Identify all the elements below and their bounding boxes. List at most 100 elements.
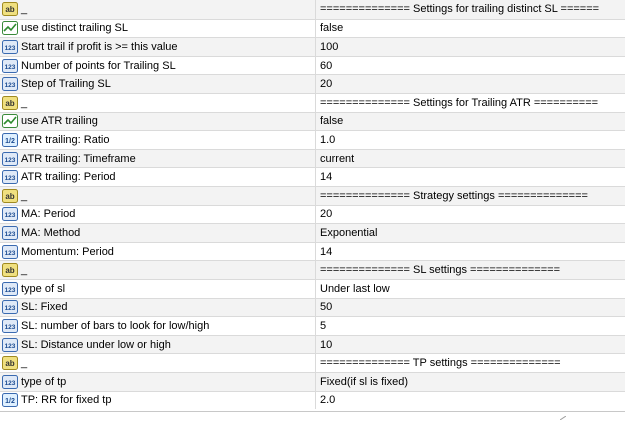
- parameter-value-cell[interactable]: ============== Settings for trailing dis…: [316, 0, 625, 19]
- parameter-value-cell[interactable]: 5: [316, 317, 625, 335]
- parameter-name: MA: Period: [21, 208, 76, 221]
- parameter-value: 20: [320, 208, 333, 221]
- svg-text:123: 123: [5, 157, 16, 164]
- parameter-value-cell[interactable]: 20: [316, 206, 625, 224]
- parameter-name: SL: number of bars to look for low/high: [21, 319, 210, 332]
- parameter-name-cell[interactable]: ab _: [0, 0, 316, 19]
- parameter-value-cell[interactable]: 2.0: [316, 392, 625, 410]
- parameter-name-cell[interactable]: 123 SL: number of bars to look for low/hi…: [0, 317, 316, 335]
- int-123-icon: 123: [2, 170, 18, 185]
- int-123-icon: 123: [2, 77, 18, 92]
- table-row[interactable]: 123 ATR trailing: Period 14: [0, 167, 625, 186]
- svg-text:1/2: 1/2: [5, 398, 15, 405]
- parameter-value-cell[interactable]: 20: [316, 75, 625, 93]
- parameter-name: use ATR trailing: [21, 115, 98, 128]
- svg-text:123: 123: [5, 343, 16, 350]
- parameter-value: 14: [320, 171, 333, 184]
- table-row[interactable]: use distinct trailing SL false: [0, 18, 625, 38]
- svg-text:123: 123: [5, 231, 16, 238]
- table-row[interactable]: 123 Number of points for Trailing SL 60: [0, 55, 625, 75]
- parameter-name-cell[interactable]: use ATR trailing: [0, 112, 316, 131]
- table-row[interactable]: 123 SL: Fixed 50: [0, 297, 625, 317]
- parameter-name-cell[interactable]: 123 SL: Fixed: [0, 298, 316, 317]
- parameter-value-cell[interactable]: 10: [316, 336, 625, 354]
- table-row[interactable]: 1/2 TP: RR for fixed tp 2.0: [0, 390, 625, 410]
- parameter-value: ============== SL settings =============…: [320, 264, 560, 277]
- parameter-value-cell[interactable]: 14: [316, 243, 625, 261]
- int-123-icon: 123: [2, 374, 18, 389]
- parameter-value: Exponential: [320, 226, 378, 239]
- parameter-name-cell[interactable]: use distinct trailing SL: [0, 19, 316, 38]
- parameter-value-cell[interactable]: current: [316, 150, 625, 168]
- parameter-value-cell[interactable]: 50: [316, 299, 625, 317]
- parameter-name-cell[interactable]: 123 ATR trailing: Timeframe: [0, 149, 316, 168]
- parameter-name: Start trail if profit is >= this value: [21, 40, 178, 53]
- table-row[interactable]: 123 type of sl Under last low: [0, 279, 625, 298]
- parameter-name-cell[interactable]: 123 Start trail if profit is >= this valu…: [0, 38, 316, 56]
- parameter-name-cell[interactable]: ab _: [0, 354, 316, 372]
- parameter-name-cell[interactable]: 123 MA: Method: [0, 224, 316, 242]
- int-123-icon: 123: [2, 300, 18, 315]
- parameter-value: ============== TP settings =============…: [320, 357, 561, 370]
- parameter-value: 5: [320, 319, 327, 332]
- parameter-name-cell[interactable]: 123 MA: Period: [0, 205, 316, 224]
- table-row[interactable]: ab _ ============== Strategy settings ====…: [0, 186, 625, 205]
- table-row[interactable]: 123 MA: Period 20: [0, 204, 625, 224]
- parameter-value-cell[interactable]: ============== SL settings =============…: [316, 261, 625, 279]
- ab-string-icon: ab: [2, 2, 18, 17]
- table-row[interactable]: 123 SL: number of bars to look for low/hi…: [0, 316, 625, 335]
- parameter-value-cell[interactable]: 60: [316, 57, 625, 75]
- parameter-name-cell[interactable]: 123 type of sl: [0, 280, 316, 298]
- parameter-value-cell[interactable]: ============== Settings for Trailing ATR…: [316, 94, 625, 112]
- table-row[interactable]: ab _ ============== Settings for Trailing …: [0, 93, 625, 112]
- table-row[interactable]: 123 Step of Trailing SL 20: [0, 74, 625, 93]
- parameter-value: ============== Strategy settings =======…: [320, 189, 588, 202]
- parameter-value-cell[interactable]: 1.0: [316, 131, 625, 149]
- parameter-name-cell[interactable]: 123 Number of points for Trailing SL: [0, 56, 316, 75]
- table-row[interactable]: 123 ATR trailing: Timeframe current: [0, 148, 625, 168]
- parameter-value-cell[interactable]: false: [316, 113, 625, 131]
- parameter-value-cell[interactable]: 100: [316, 38, 625, 56]
- parameter-name-cell[interactable]: 123 Momentum: Period: [0, 242, 316, 261]
- parameter-value: 14: [320, 245, 333, 258]
- parameter-value-cell[interactable]: Under last low: [316, 280, 625, 298]
- table-row[interactable]: 123 SL: Distance under low or high 10: [0, 334, 625, 354]
- table-row[interactable]: 123 Start trail if profit is >= this valu…: [0, 37, 625, 56]
- parameter-name: ATR trailing: Ratio: [21, 133, 110, 146]
- svg-text:123: 123: [5, 324, 16, 331]
- parameter-name-cell[interactable]: 123 type of tp: [0, 373, 316, 391]
- parameter-name-cell[interactable]: ab _: [0, 261, 316, 279]
- table-row[interactable]: ab _ ============== Settings for trailing …: [0, 0, 625, 19]
- svg-text:123: 123: [5, 82, 16, 89]
- table-row[interactable]: use ATR trailing false: [0, 111, 625, 131]
- parameter-value-cell[interactable]: ============== Strategy settings =======…: [316, 187, 625, 205]
- svg-text:123: 123: [5, 212, 16, 219]
- parameter-name: _: [21, 96, 28, 109]
- table-row[interactable]: 123 type of tp Fixed(if sl is fixed): [0, 372, 625, 391]
- table-row[interactable]: 1/2 ATR trailing: Ratio 1.0: [0, 130, 625, 149]
- table-row[interactable]: ab _ ============== SL settings ==========…: [0, 260, 625, 279]
- parameter-name-cell[interactable]: 123 ATR trailing: Period: [0, 168, 316, 186]
- svg-text:123: 123: [5, 175, 16, 182]
- parameter-name-cell[interactable]: ab _: [0, 94, 316, 112]
- int-123-icon: 123: [2, 337, 18, 352]
- parameter-name-cell[interactable]: ab _: [0, 187, 316, 205]
- parameter-value-cell[interactable]: Fixed(if sl is fixed): [316, 373, 625, 391]
- int-123-icon: 123: [2, 39, 18, 54]
- parameter-name-cell[interactable]: 1/2 ATR trailing: Ratio: [0, 131, 316, 149]
- parameter-name-cell[interactable]: 123 Step of Trailing SL: [0, 75, 316, 93]
- parameter-name-cell[interactable]: 1/2 TP: RR for fixed tp: [0, 391, 316, 410]
- parameter-value-cell[interactable]: ============== TP settings =============…: [316, 354, 625, 372]
- table-row[interactable]: 123 Momentum: Period 14: [0, 241, 625, 261]
- table-row[interactable]: 123 MA: Method Exponential: [0, 223, 625, 242]
- parameter-value-cell[interactable]: false: [316, 20, 625, 38]
- int-123-icon: 123: [2, 58, 18, 73]
- table-row[interactable]: ab _ ============== TP settings ==========…: [0, 353, 625, 372]
- parameter-value-cell[interactable]: 14: [316, 168, 625, 186]
- parameter-name-cell[interactable]: 123 SL: Distance under low or high: [0, 335, 316, 354]
- parameter-name: type of sl: [21, 282, 66, 295]
- double-half-icon: 1/2: [2, 132, 18, 147]
- int-123-icon: 123: [2, 318, 18, 333]
- svg-text:123: 123: [5, 380, 16, 387]
- parameter-value-cell[interactable]: Exponential: [316, 224, 625, 242]
